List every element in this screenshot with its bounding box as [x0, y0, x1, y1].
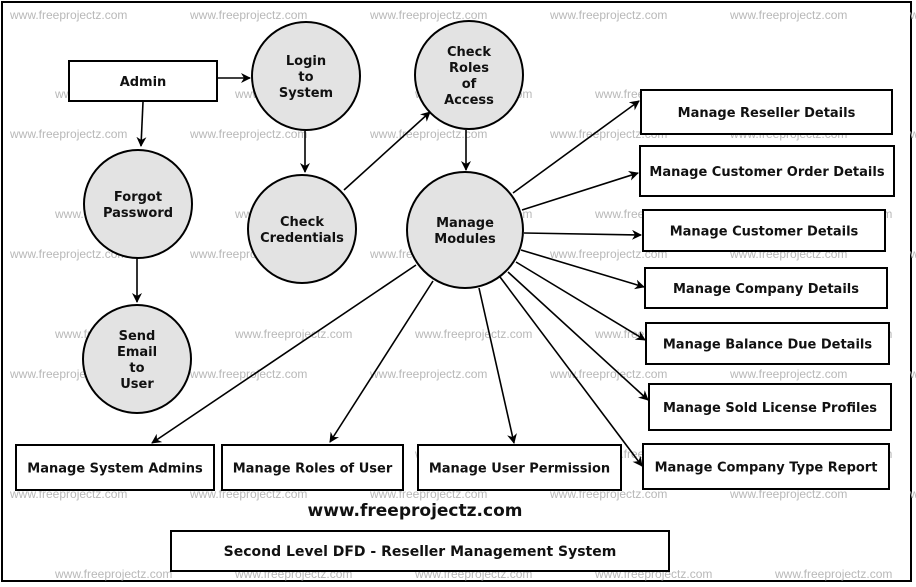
process-label: Forgot [114, 190, 162, 205]
dfd-canvas: www.freeprojectz.com www.freeprojectz.com… [0, 0, 916, 587]
process-label: User [120, 377, 154, 392]
process-label: to [129, 361, 144, 376]
process-checkroles[interactable]: CheckRolesofAccess [414, 20, 524, 130]
entity-label: Manage Customer Order Details [649, 165, 884, 180]
watermark-text: www.freeprojectz.com [414, 327, 532, 341]
watermark-text: www.freeprojectz.com [909, 127, 916, 141]
process-forgot[interactable]: ForgotPassword [83, 149, 193, 259]
entity-label: Manage Balance Due Details [663, 338, 872, 353]
entity-admin[interactable]: Admin [68, 60, 218, 102]
process-label: Email [117, 345, 157, 360]
watermark-text: www.freeprojectz.com [549, 367, 667, 381]
flow-arrow-admin-to-forgot [136, 101, 147, 147]
website-label: www.freeprojectz.com [308, 501, 523, 521]
flow-arrow-modules-to-balance [515, 261, 646, 341]
watermark-text: www.freeprojectz.com [729, 8, 847, 22]
flow-arrow-modules-to-permission [478, 287, 517, 444]
entity-customer[interactable]: Manage Customer Details [642, 209, 886, 252]
entity-label: Manage Sold License Profiles [663, 401, 877, 416]
process-label: System [279, 86, 333, 101]
process-label: Send [119, 329, 156, 344]
process-label: Manage [436, 216, 494, 231]
entity-label: Manage Roles of User [233, 462, 393, 477]
entity-permission[interactable]: Manage User Permission [417, 444, 622, 491]
process-label: Password [103, 206, 173, 221]
process-label: to [298, 70, 313, 85]
entity-label: Manage User Permission [429, 462, 610, 477]
entity-license[interactable]: Manage Sold License Profiles [648, 383, 892, 431]
watermark-text: www.freeprojectz.com [909, 487, 916, 501]
watermark-text: www.freeprojectz.com [54, 567, 172, 581]
watermark-text: www.freeprojectz.com [909, 367, 916, 381]
process-label: Credentials [260, 231, 344, 246]
watermark-text: www.freeprojectz.com [729, 367, 847, 381]
watermark-text: www.freeprojectz.com [774, 567, 892, 581]
watermark-text: www.freeprojectz.com [909, 247, 916, 261]
entity-label: Manage Reseller Details [678, 106, 856, 121]
watermark-text: www.freeprojectz.com [9, 8, 127, 22]
entity-comptype[interactable]: Manage Company Type Report [642, 443, 890, 490]
entity-sysadmins[interactable]: Manage System Admins [15, 444, 215, 491]
process-label: Check [447, 45, 491, 60]
entity-custorder[interactable]: Manage Customer Order Details [639, 145, 895, 197]
watermark-text: www.freeprojectz.com [189, 8, 307, 22]
flow-arrow-modules-to-custorder [521, 170, 639, 211]
watermark-text: www.freeprojectz.com [369, 367, 487, 381]
entity-label: Manage Company Type Report [655, 461, 878, 476]
entity-label: Admin [120, 75, 167, 90]
entity-reseller[interactable]: Manage Reseller Details [640, 89, 893, 135]
entity-label: Manage System Admins [27, 462, 203, 477]
process-label: of [462, 77, 477, 92]
watermark-text: www.freeprojectz.com [234, 327, 352, 341]
process-label: Modules [434, 232, 496, 247]
entity-balance[interactable]: Manage Balance Due Details [645, 322, 890, 365]
diagram-title: Second Level DFD - Reseller Management S… [224, 544, 617, 560]
entity-company[interactable]: Manage Company Details [644, 267, 888, 309]
process-credentials[interactable]: CheckCredentials [247, 174, 357, 284]
process-label: Check [280, 215, 324, 230]
entity-label: Manage Company Details [673, 282, 859, 297]
watermark-text: www.freeprojectz.com [369, 8, 487, 22]
process-label: Access [444, 93, 494, 108]
entity-label: Manage Customer Details [670, 225, 859, 240]
flow-arrow-modules-to-roles [329, 280, 434, 443]
flow-arrow-credentials-to-checkroles [343, 111, 431, 191]
watermark-text: www.freeprojectz.com [909, 8, 916, 22]
dfd-diagram: www.freeprojectz.com www.freeprojectz.com… [9, 8, 916, 581]
process-modules[interactable]: ManageModules [406, 171, 524, 289]
process-label: Roles [449, 61, 489, 76]
flow-arrow-modules-to-customer [523, 229, 642, 240]
entity-roles[interactable]: Manage Roles of User [221, 444, 404, 491]
process-login[interactable]: LogintoSystem [251, 21, 361, 131]
watermark-text: www.freeprojectz.com [9, 127, 127, 141]
watermark-text: www.freeprojectz.com [549, 8, 667, 22]
process-label: Login [286, 54, 326, 69]
process-sendemail[interactable]: SendEmailtoUser [82, 304, 192, 414]
watermark-text: www.freeprojectz.com [189, 127, 307, 141]
